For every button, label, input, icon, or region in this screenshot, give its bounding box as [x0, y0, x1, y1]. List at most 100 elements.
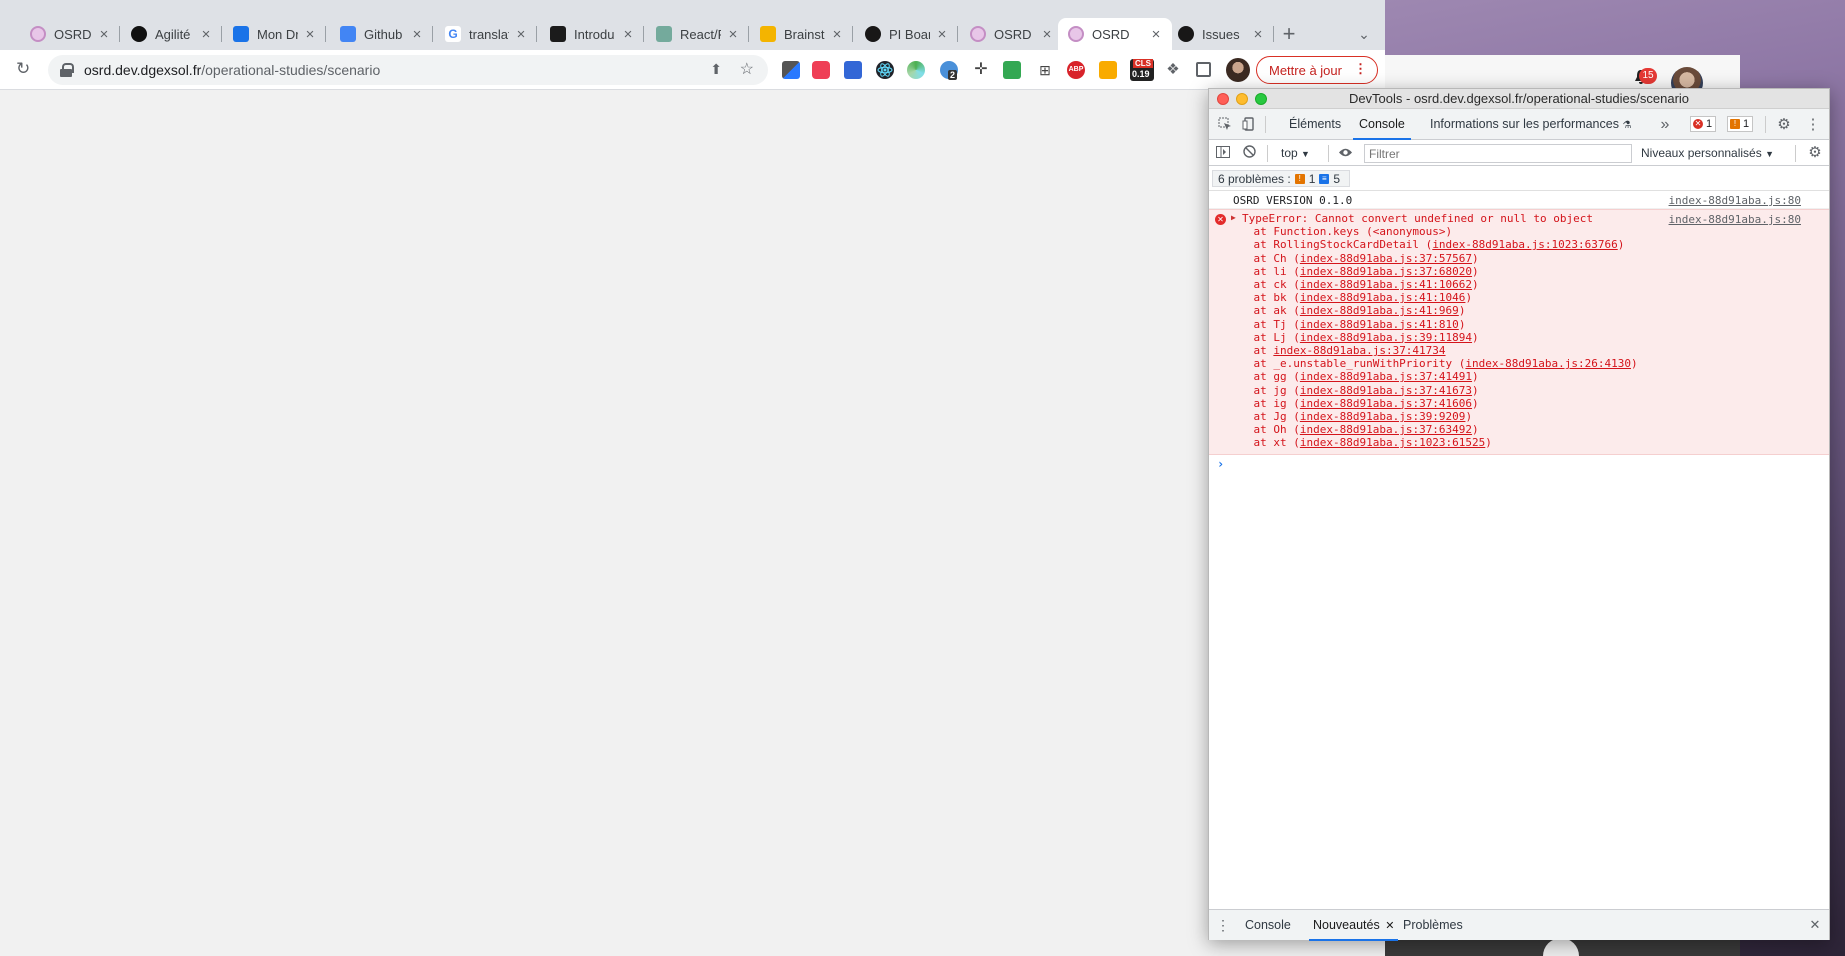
stack-frame-link[interactable]: index-88d91aba.js:37:41673 — [1300, 384, 1472, 397]
drawer-tab-issues[interactable]: Problèmes — [1403, 910, 1463, 941]
move-cursor-icon[interactable]: ✛ — [972, 61, 990, 79]
stack-frame-link[interactable]: index-88d91aba.js:1023:63766 — [1432, 238, 1617, 251]
stack-frame-link[interactable]: index-88d91aba.js:37:41734 — [1273, 344, 1445, 357]
stack-frame-link[interactable]: index-88d91aba.js:37:57567 — [1300, 252, 1472, 265]
stack-frame-link[interactable]: index-88d91aba.js:41:10662 — [1300, 278, 1472, 291]
react-devtools-icon[interactable] — [876, 61, 894, 79]
stack-frame-link[interactable]: index-88d91aba.js:41:969 — [1300, 304, 1459, 317]
clear-console-icon[interactable] — [1241, 145, 1257, 161]
tab-console[interactable]: Console — [1353, 109, 1411, 140]
browser-tab[interactable]: Agilité × — [121, 18, 222, 50]
console-output[interactable]: OSRD VERSION 0.1.0 index-88d91aba.js:80 … — [1209, 191, 1829, 909]
stack-frame-link[interactable]: index-88d91aba.js:41:1046 — [1300, 291, 1466, 304]
stack-frame-link[interactable]: index-88d91aba.js:37:41606 — [1300, 397, 1472, 410]
context-selector[interactable]: top ▼ — [1281, 146, 1310, 160]
more-tabs-icon[interactable]: » — [1657, 117, 1673, 133]
browser-tab[interactable]: OSRD × — [20, 18, 120, 50]
pocket-extension-icon[interactable] — [812, 61, 830, 79]
graph-extension-icon[interactable] — [1099, 61, 1117, 79]
device-toolbar-icon[interactable] — [1241, 117, 1257, 133]
tab-separator — [1273, 26, 1274, 42]
tab-performance-insights[interactable]: Informations sur les performances ⚗ — [1430, 109, 1631, 140]
drawer-menu-icon[interactable]: ⋮ — [1215, 917, 1231, 933]
side-panel-icon[interactable] — [1196, 62, 1211, 77]
sidebar-toggle-icon[interactable] — [1215, 145, 1231, 161]
zoom-window-button[interactable] — [1255, 93, 1267, 105]
close-tab-icon[interactable]: × — [620, 26, 636, 43]
drawer-tab-console[interactable]: Console — [1245, 910, 1291, 941]
eyedropper-extension-icon[interactable] — [782, 61, 800, 79]
more-menu-icon[interactable]: ⋮ — [1354, 61, 1367, 77]
browser-tab[interactable]: PI Boar × — [855, 18, 958, 50]
browser-tab[interactable]: Mon Dr × — [223, 18, 326, 50]
stack-frame-link[interactable]: index-88d91aba.js:39:11894 — [1300, 331, 1472, 344]
color-wheel-extension-icon[interactable] — [907, 61, 925, 79]
profile-avatar[interactable] — [1226, 58, 1250, 82]
reload-icon[interactable]: ↻ — [16, 59, 30, 79]
share-icon[interactable]: ⬆ — [710, 61, 722, 78]
live-expression-eye-icon[interactable] — [1337, 145, 1353, 161]
close-tab-icon[interactable]: × — [198, 26, 214, 43]
log-levels-dropdown[interactable]: Niveaux personnalisés ▼ — [1641, 146, 1774, 160]
close-tab-icon[interactable]: × — [409, 26, 425, 43]
stack-frame-link[interactable]: index-88d91aba.js:37:68020 — [1300, 265, 1472, 278]
settings-gear-icon[interactable]: ⚙ — [1776, 117, 1792, 133]
browser-tab[interactable]: OSRD × — [1058, 18, 1172, 50]
warning-counter[interactable]: ! 1 — [1727, 116, 1754, 132]
close-icon[interactable]: ✕ — [1385, 920, 1394, 932]
browser-tab[interactable]: Github × — [330, 18, 433, 50]
close-tab-icon[interactable]: × — [302, 26, 318, 43]
globe-extension-icon[interactable]: 2 — [940, 61, 958, 80]
cls-metric-icon[interactable]: CLS 0.19 — [1130, 59, 1154, 81]
grid-extension-icon[interactable]: ⊞ — [1036, 61, 1054, 79]
stack-frame-link[interactable]: index-88d91aba.js:26:4130 — [1465, 357, 1631, 370]
address-bar[interactable]: osrd.dev.dgexsol.fr/operational-studies/… — [48, 55, 768, 85]
url-text[interactable]: osrd.dev.dgexsol.fr/operational-studies/… — [84, 62, 380, 78]
browser-tab[interactable]: Gtranslat × — [435, 18, 537, 50]
browser-tab[interactable]: Brainst × — [750, 18, 853, 50]
screen-capture-extension-icon[interactable] — [844, 61, 862, 79]
kebab-menu-icon[interactable]: ⋮ — [1805, 117, 1821, 133]
update-button[interactable]: Mettre à jour ⋮ — [1256, 56, 1378, 84]
drawer-tab-whats-new[interactable]: Nouveautés ✕ — [1309, 910, 1399, 941]
browser-tab[interactable]: React/R× — [646, 18, 749, 50]
bookmark-star-icon[interactable]: ☆ — [740, 59, 754, 79]
stack-frame-link[interactable]: index-88d91aba.js:37:41491 — [1300, 370, 1472, 383]
close-tab-icon[interactable]: × — [1148, 26, 1164, 43]
stack-frame-link[interactable]: index-88d91aba.js:37:63492 — [1300, 423, 1472, 436]
new-tab-button[interactable]: + — [1275, 20, 1303, 48]
close-tab-icon[interactable]: × — [934, 26, 950, 43]
issues-button[interactable]: 6 problèmes : ! 1 ≡ 5 — [1212, 170, 1351, 187]
browser-tab[interactable]: OSRD × — [960, 18, 1063, 50]
expand-caret-icon[interactable]: ▶ — [1231, 213, 1236, 222]
inspect-element-icon[interactable] — [1217, 117, 1233, 133]
stack-frame-link[interactable]: index-88d91aba.js:39:9209 — [1300, 410, 1466, 423]
browser-tab[interactable]: Issues × — [1168, 18, 1274, 50]
stack-frame-link[interactable]: index-88d91aba.js:41:810 — [1300, 318, 1459, 331]
stack-frame: at _e.unstable_runWithPriority (index-88… — [1209, 357, 1829, 370]
error-counter[interactable]: ✕ 1 — [1690, 116, 1717, 132]
browser-tab[interactable]: Introdu × — [540, 18, 644, 50]
close-tab-icon[interactable]: × — [513, 26, 529, 43]
tab-search-button[interactable]: ⌄ — [1350, 20, 1378, 48]
lock-icon[interactable] — [60, 63, 74, 77]
close-tab-icon[interactable]: × — [1039, 26, 1055, 43]
console-prompt[interactable]: › — [1209, 455, 1829, 475]
close-window-button[interactable] — [1217, 93, 1229, 105]
close-tab-icon[interactable]: × — [96, 26, 112, 43]
close-tab-icon[interactable]: × — [1250, 26, 1266, 43]
close-tab-icon[interactable]: × — [725, 26, 741, 43]
source-link[interactable]: index-88d91aba.js:80 — [1669, 194, 1801, 207]
close-drawer-icon[interactable]: ✕ — [1807, 917, 1823, 933]
source-link[interactable]: index-88d91aba.js:80 — [1669, 213, 1801, 226]
console-settings-gear-icon[interactable]: ⚙ — [1807, 145, 1823, 161]
tab-elements[interactable]: Éléments — [1289, 109, 1341, 140]
minimize-window-button[interactable] — [1236, 93, 1248, 105]
stack-frame-link[interactable]: index-88d91aba.js:1023:61525 — [1300, 436, 1485, 449]
puzzle-extensions-icon[interactable]: ❖ — [1164, 61, 1182, 79]
tab-separator — [119, 26, 120, 42]
printer-extension-icon[interactable] — [1003, 61, 1021, 79]
adblock-plus-icon[interactable]: ABP — [1067, 61, 1085, 79]
filter-input[interactable] — [1364, 144, 1632, 163]
close-tab-icon[interactable]: × — [829, 26, 845, 43]
